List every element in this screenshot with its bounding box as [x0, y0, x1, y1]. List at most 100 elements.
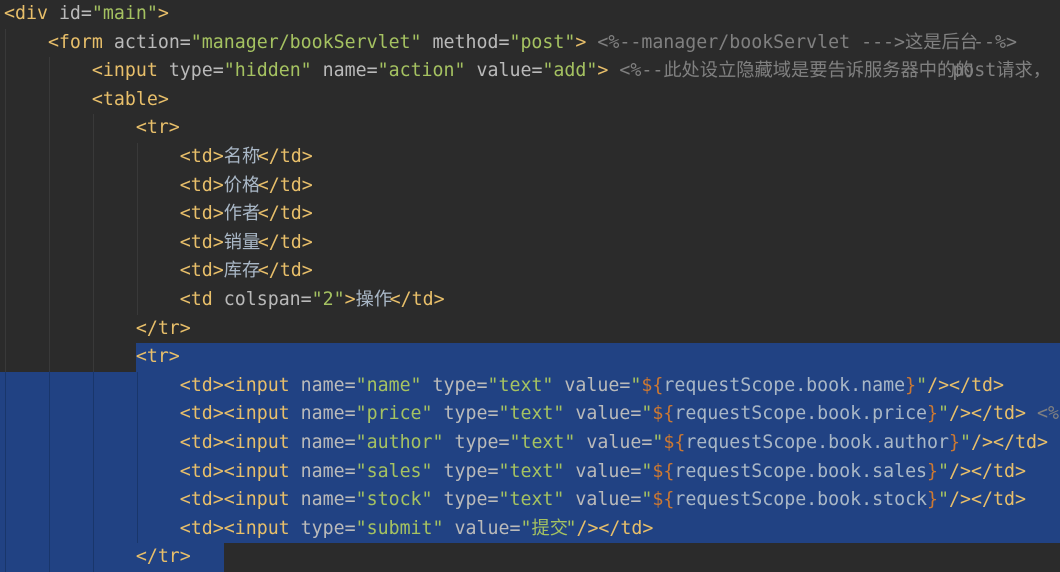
tag-token[interactable]: <input	[4, 60, 158, 81]
tag-token[interactable]: <div	[4, 3, 48, 24]
attribute-value-token[interactable]: "	[630, 375, 641, 396]
text-token[interactable]: requestScope.book.author	[685, 432, 949, 453]
attribute-value-token[interactable]: "author"	[356, 432, 444, 453]
code-line[interactable]: <td colspan="2">操作</td>	[0, 286, 1060, 315]
attribute-name-token[interactable]: type=	[433, 461, 499, 482]
text-token[interactable]: 销量	[224, 229, 261, 258]
tag-token[interactable]: <table>	[4, 89, 169, 110]
tag-token[interactable]: </td>	[258, 146, 313, 167]
attribute-name-token[interactable]: value=	[564, 489, 641, 510]
tag-token[interactable]: <td><input	[4, 403, 290, 424]
code-line[interactable]: <td><input name="sales" type="text" valu…	[0, 458, 1060, 487]
text-token[interactable]: 库存	[224, 257, 261, 286]
attribute-name-token[interactable]: type=	[444, 432, 510, 453]
tag-token[interactable]: <td><input	[4, 489, 290, 510]
tag-token[interactable]: <td>	[4, 146, 224, 167]
tag-token[interactable]: /></td>	[949, 461, 1026, 482]
attribute-name-token[interactable]: method=	[422, 32, 510, 53]
tag-token[interactable]: /></td>	[927, 375, 1004, 396]
el-delimiter-token[interactable]: ${	[652, 461, 674, 482]
attribute-value-token[interactable]: "main"	[92, 3, 158, 24]
code-line[interactable]: <td>价格</td>	[0, 172, 1060, 201]
code-line[interactable]: <td><input name="name" type="text" value…	[0, 372, 1060, 401]
comment-token[interactable]: <%	[1026, 403, 1059, 424]
code-line[interactable]: </tr>	[0, 543, 1060, 572]
code-line[interactable]: <tr>	[0, 114, 1060, 143]
tag-token[interactable]: </td>	[258, 232, 313, 253]
el-delimiter-token[interactable]: ${	[652, 489, 674, 510]
tag-token[interactable]: <td><input	[4, 432, 290, 453]
attribute-name-token[interactable]: name=	[290, 432, 356, 453]
attribute-value-token[interactable]: "add"	[542, 60, 597, 81]
attribute-value-token[interactable]: "	[652, 432, 663, 453]
text-token[interactable]: 价格	[224, 172, 261, 201]
comment-token[interactable]: post	[952, 60, 996, 81]
tag-token[interactable]: </tr>	[4, 546, 191, 567]
attribute-name-token[interactable]: value=	[553, 375, 630, 396]
comment-token[interactable]: 这是后台	[905, 29, 978, 58]
attribute-value-token[interactable]: "	[641, 489, 652, 510]
comment-token[interactable]: <%--	[608, 60, 663, 81]
attribute-value-token[interactable]: "	[641, 403, 652, 424]
tag-token[interactable]: >	[158, 3, 169, 24]
attribute-name-token[interactable]: value=	[564, 461, 641, 482]
attribute-name-token[interactable]: name=	[312, 60, 378, 81]
attribute-value-token[interactable]: "action"	[378, 60, 466, 81]
tag-token[interactable]: >	[345, 289, 356, 310]
tag-token[interactable]: >	[575, 32, 586, 53]
attribute-value-token[interactable]: "name"	[356, 375, 422, 396]
attribute-name-token[interactable]: id=	[48, 3, 92, 24]
tag-token[interactable]: /></td>	[949, 489, 1026, 510]
code-editor[interactable]: <div id="main"> <form action="manager/bo…	[0, 0, 1060, 572]
code-line[interactable]: <td><input name="stock" type="text" valu…	[0, 486, 1060, 515]
tag-token[interactable]: <td>	[4, 203, 224, 224]
comment-token[interactable]: <%--manager/bookServlet --->	[586, 32, 905, 53]
text-token[interactable]: 名称	[224, 143, 261, 172]
el-delimiter-token[interactable]: }	[949, 432, 960, 453]
code-line[interactable]: <input type="hidden" name="action" value…	[0, 57, 1060, 86]
tag-token[interactable]: </td>	[258, 203, 313, 224]
attribute-value-token[interactable]: "post"	[509, 32, 575, 53]
code-line[interactable]: <td><input type="submit" value="提交"/></t…	[0, 515, 1060, 544]
attribute-name-token[interactable]: type=	[290, 518, 356, 539]
attribute-value-token[interactable]: "2"	[312, 289, 345, 310]
text-token[interactable]: requestScope.book.stock	[674, 489, 927, 510]
tag-token[interactable]: </td>	[258, 175, 313, 196]
el-delimiter-token[interactable]: }	[905, 375, 916, 396]
text-token[interactable]: requestScope.book.name	[663, 375, 905, 396]
tag-token[interactable]: <td>	[4, 175, 224, 196]
code-line[interactable]: <form action="manager/bookServlet" metho…	[0, 29, 1060, 58]
attribute-name-token[interactable]: type=	[422, 375, 488, 396]
code-line[interactable]: <td>名称</td>	[0, 143, 1060, 172]
attribute-value-token[interactable]: "sales"	[356, 461, 433, 482]
attribute-value-token[interactable]: "	[960, 432, 971, 453]
el-delimiter-token[interactable]: }	[927, 461, 938, 482]
tag-token[interactable]: /></td>	[576, 518, 653, 539]
attribute-value-token[interactable]: "submit"	[356, 518, 444, 539]
attribute-name-token[interactable]: value=	[466, 60, 543, 81]
attribute-name-token[interactable]: value=	[564, 403, 641, 424]
attribute-value-token[interactable]: "hidden"	[224, 60, 312, 81]
attribute-value-token[interactable]: "	[938, 403, 949, 424]
attribute-name-token[interactable]: action=	[103, 32, 191, 53]
attribute-value-token[interactable]: "manager/bookServlet"	[191, 32, 422, 53]
code-lines[interactable]: <div id="main"> <form action="manager/bo…	[0, 0, 1060, 572]
attribute-value-token[interactable]: "	[565, 518, 576, 539]
text-token[interactable]: 操作	[356, 286, 393, 315]
el-delimiter-token[interactable]: }	[927, 403, 938, 424]
tag-token[interactable]: /></td>	[971, 432, 1048, 453]
code-line[interactable]: <td><input name="price" type="text" valu…	[0, 400, 1060, 429]
tag-token[interactable]: <td><input	[4, 518, 290, 539]
text-token[interactable]: requestScope.book.price	[674, 403, 927, 424]
attribute-value-token[interactable]: "text"	[498, 489, 564, 510]
text-token[interactable]: 作者	[224, 200, 261, 229]
el-delimiter-token[interactable]: ${	[663, 432, 685, 453]
comment-token[interactable]: 请求，	[996, 57, 1051, 86]
el-delimiter-token[interactable]: ${	[652, 403, 674, 424]
tag-token[interactable]: </td>	[258, 260, 313, 281]
attribute-value-token[interactable]: "	[938, 489, 949, 510]
tag-token[interactable]: <tr>	[4, 117, 180, 138]
attribute-value-token[interactable]: "	[916, 375, 927, 396]
attribute-value-token[interactable]: "text"	[498, 403, 564, 424]
attribute-value-token[interactable]: 提交	[531, 515, 568, 544]
